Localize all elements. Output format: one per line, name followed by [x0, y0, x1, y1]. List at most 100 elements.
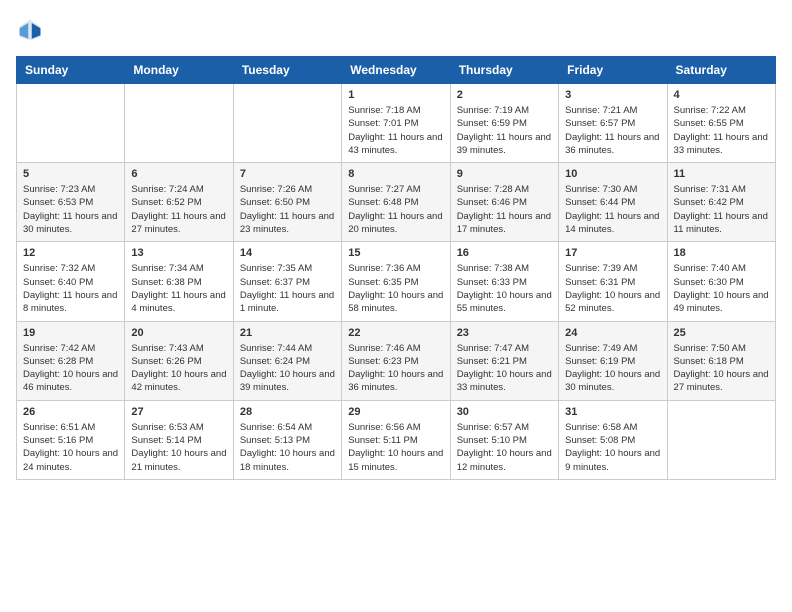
day-info: Sunrise: 7:18 AM Sunset: 7:01 PM Dayligh…	[348, 104, 443, 157]
column-header-sunday: Sunday	[17, 57, 125, 84]
day-info: Sunrise: 7:42 AM Sunset: 6:28 PM Dayligh…	[23, 342, 118, 395]
day-number: 4	[674, 89, 769, 101]
calendar-cell: 18 Sunrise: 7:40 AM Sunset: 6:30 PM Dayli…	[667, 242, 775, 321]
day-number: 19	[23, 327, 118, 339]
calendar-table: SundayMondayTuesdayWednesdayThursdayFrid…	[16, 56, 776, 480]
day-number: 29	[348, 406, 443, 418]
calendar-cell: 31 Sunrise: 6:58 AM Sunset: 5:08 PM Dayli…	[559, 400, 667, 479]
day-number: 6	[131, 168, 226, 180]
day-number: 11	[674, 168, 769, 180]
day-info: Sunrise: 7:44 AM Sunset: 6:24 PM Dayligh…	[240, 342, 335, 395]
day-number: 2	[457, 89, 552, 101]
day-info: Sunrise: 7:49 AM Sunset: 6:19 PM Dayligh…	[565, 342, 660, 395]
day-info: Sunrise: 7:19 AM Sunset: 6:59 PM Dayligh…	[457, 104, 552, 157]
calendar-cell	[125, 84, 233, 163]
calendar-cell: 10Sunrise: 7:30 AM Sunset: 6:44 PM Dayli…	[559, 163, 667, 242]
column-header-thursday: Thursday	[450, 57, 558, 84]
column-header-saturday: Saturday	[667, 57, 775, 84]
day-number: 25	[674, 327, 769, 339]
day-info: Sunrise: 6:58 AM Sunset: 5:08 PM Dayligh…	[565, 421, 660, 474]
day-info: Sunrise: 7:26 AM Sunset: 6:50 PM Dayligh…	[240, 183, 335, 236]
calendar-cell: 30Sunrise: 6:57 AM Sunset: 5:10 PM Dayli…	[450, 400, 558, 479]
day-info: Sunrise: 6:54 AM Sunset: 5:13 PM Dayligh…	[240, 421, 335, 474]
day-number: 16	[457, 247, 552, 259]
calendar-cell: 29 Sunrise: 6:56 AM Sunset: 5:11 PM Dayli…	[342, 400, 450, 479]
day-info: Sunrise: 7:22 AM Sunset: 6:55 PM Dayligh…	[674, 104, 769, 157]
day-number: 21	[240, 327, 335, 339]
day-info: Sunrise: 7:23 AM Sunset: 6:53 PM Dayligh…	[23, 183, 118, 236]
calendar-week-row: 19 Sunrise: 7:42 AM Sunset: 6:28 PM Dayli…	[17, 321, 776, 400]
day-number: 7	[240, 168, 335, 180]
day-info: Sunrise: 6:56 AM Sunset: 5:11 PM Dayligh…	[348, 421, 443, 474]
day-number: 9	[457, 168, 552, 180]
calendar-cell: 4 Sunrise: 7:22 AM Sunset: 6:55 PM Daylig…	[667, 84, 775, 163]
calendar-cell: 2 Sunrise: 7:19 AM Sunset: 6:59 PM Daylig…	[450, 84, 558, 163]
calendar-cell: 1Sunrise: 7:18 AM Sunset: 7:01 PM Daylig…	[342, 84, 450, 163]
day-info: Sunrise: 7:35 AM Sunset: 6:37 PM Dayligh…	[240, 262, 335, 315]
day-info: Sunrise: 7:34 AM Sunset: 6:38 PM Dayligh…	[131, 262, 226, 315]
day-number: 13	[131, 247, 226, 259]
calendar-cell: 28 Sunrise: 6:54 AM Sunset: 5:13 PM Dayli…	[233, 400, 341, 479]
day-info: Sunrise: 6:51 AM Sunset: 5:16 PM Dayligh…	[23, 421, 118, 474]
day-number: 24	[565, 327, 660, 339]
calendar-cell: 8Sunrise: 7:27 AM Sunset: 6:48 PM Daylig…	[342, 163, 450, 242]
column-header-monday: Monday	[125, 57, 233, 84]
calendar-cell: 6 Sunrise: 7:24 AM Sunset: 6:52 PM Daylig…	[125, 163, 233, 242]
day-number: 15	[348, 247, 443, 259]
calendar-cell: 11 Sunrise: 7:31 AM Sunset: 6:42 PM Dayli…	[667, 163, 775, 242]
calendar-week-row: 5 Sunrise: 7:23 AM Sunset: 6:53 PM Daylig…	[17, 163, 776, 242]
day-info: Sunrise: 6:53 AM Sunset: 5:14 PM Dayligh…	[131, 421, 226, 474]
calendar-cell: 20 Sunrise: 7:43 AM Sunset: 6:26 PM Dayli…	[125, 321, 233, 400]
calendar-week-row: 12Sunrise: 7:32 AM Sunset: 6:40 PM Dayli…	[17, 242, 776, 321]
calendar-cell	[233, 84, 341, 163]
day-info: Sunrise: 7:27 AM Sunset: 6:48 PM Dayligh…	[348, 183, 443, 236]
calendar-cell: 16 Sunrise: 7:38 AM Sunset: 6:33 PM Dayli…	[450, 242, 558, 321]
calendar-cell: 21 Sunrise: 7:44 AM Sunset: 6:24 PM Dayli…	[233, 321, 341, 400]
day-number: 28	[240, 406, 335, 418]
calendar-cell: 12Sunrise: 7:32 AM Sunset: 6:40 PM Dayli…	[17, 242, 125, 321]
day-info: Sunrise: 7:36 AM Sunset: 6:35 PM Dayligh…	[348, 262, 443, 315]
page-header	[16, 16, 776, 44]
column-header-tuesday: Tuesday	[233, 57, 341, 84]
calendar-cell: 13 Sunrise: 7:34 AM Sunset: 6:38 PM Dayli…	[125, 242, 233, 321]
logo-icon	[16, 16, 44, 44]
day-number: 12	[23, 247, 118, 259]
calendar-header-row: SundayMondayTuesdayWednesdayThursdayFrid…	[17, 57, 776, 84]
calendar-week-row: 26 Sunrise: 6:51 AM Sunset: 5:16 PM Dayli…	[17, 400, 776, 479]
calendar-cell: 15 Sunrise: 7:36 AM Sunset: 6:35 PM Dayli…	[342, 242, 450, 321]
day-number: 31	[565, 406, 660, 418]
day-info: Sunrise: 7:43 AM Sunset: 6:26 PM Dayligh…	[131, 342, 226, 395]
day-info: Sunrise: 7:24 AM Sunset: 6:52 PM Dayligh…	[131, 183, 226, 236]
day-number: 14	[240, 247, 335, 259]
day-info: Sunrise: 7:21 AM Sunset: 6:57 PM Dayligh…	[565, 104, 660, 157]
logo	[16, 16, 48, 44]
day-number: 26	[23, 406, 118, 418]
day-number: 20	[131, 327, 226, 339]
day-info: Sunrise: 7:39 AM Sunset: 6:31 PM Dayligh…	[565, 262, 660, 315]
day-info: Sunrise: 7:40 AM Sunset: 6:30 PM Dayligh…	[674, 262, 769, 315]
calendar-cell: 23Sunrise: 7:47 AM Sunset: 6:21 PM Dayli…	[450, 321, 558, 400]
day-info: Sunrise: 6:57 AM Sunset: 5:10 PM Dayligh…	[457, 421, 552, 474]
day-info: Sunrise: 7:50 AM Sunset: 6:18 PM Dayligh…	[674, 342, 769, 395]
calendar-cell: 9Sunrise: 7:28 AM Sunset: 6:46 PM Daylig…	[450, 163, 558, 242]
calendar-cell: 14 Sunrise: 7:35 AM Sunset: 6:37 PM Dayli…	[233, 242, 341, 321]
calendar-cell: 3Sunrise: 7:21 AM Sunset: 6:57 PM Daylig…	[559, 84, 667, 163]
calendar-cell: 7 Sunrise: 7:26 AM Sunset: 6:50 PM Daylig…	[233, 163, 341, 242]
calendar-cell: 17 Sunrise: 7:39 AM Sunset: 6:31 PM Dayli…	[559, 242, 667, 321]
day-info: Sunrise: 7:31 AM Sunset: 6:42 PM Dayligh…	[674, 183, 769, 236]
day-info: Sunrise: 7:46 AM Sunset: 6:23 PM Dayligh…	[348, 342, 443, 395]
calendar-cell: 19 Sunrise: 7:42 AM Sunset: 6:28 PM Dayli…	[17, 321, 125, 400]
calendar-cell	[17, 84, 125, 163]
column-header-wednesday: Wednesday	[342, 57, 450, 84]
calendar-cell: 5 Sunrise: 7:23 AM Sunset: 6:53 PM Daylig…	[17, 163, 125, 242]
day-info: Sunrise: 7:30 AM Sunset: 6:44 PM Dayligh…	[565, 183, 660, 236]
day-number: 17	[565, 247, 660, 259]
day-number: 18	[674, 247, 769, 259]
calendar-cell: 24 Sunrise: 7:49 AM Sunset: 6:19 PM Dayli…	[559, 321, 667, 400]
day-number: 27	[131, 406, 226, 418]
calendar-cell: 26 Sunrise: 6:51 AM Sunset: 5:16 PM Dayli…	[17, 400, 125, 479]
calendar-cell: 25 Sunrise: 7:50 AM Sunset: 6:18 PM Dayli…	[667, 321, 775, 400]
day-number: 23	[457, 327, 552, 339]
day-info: Sunrise: 7:38 AM Sunset: 6:33 PM Dayligh…	[457, 262, 552, 315]
day-number: 5	[23, 168, 118, 180]
